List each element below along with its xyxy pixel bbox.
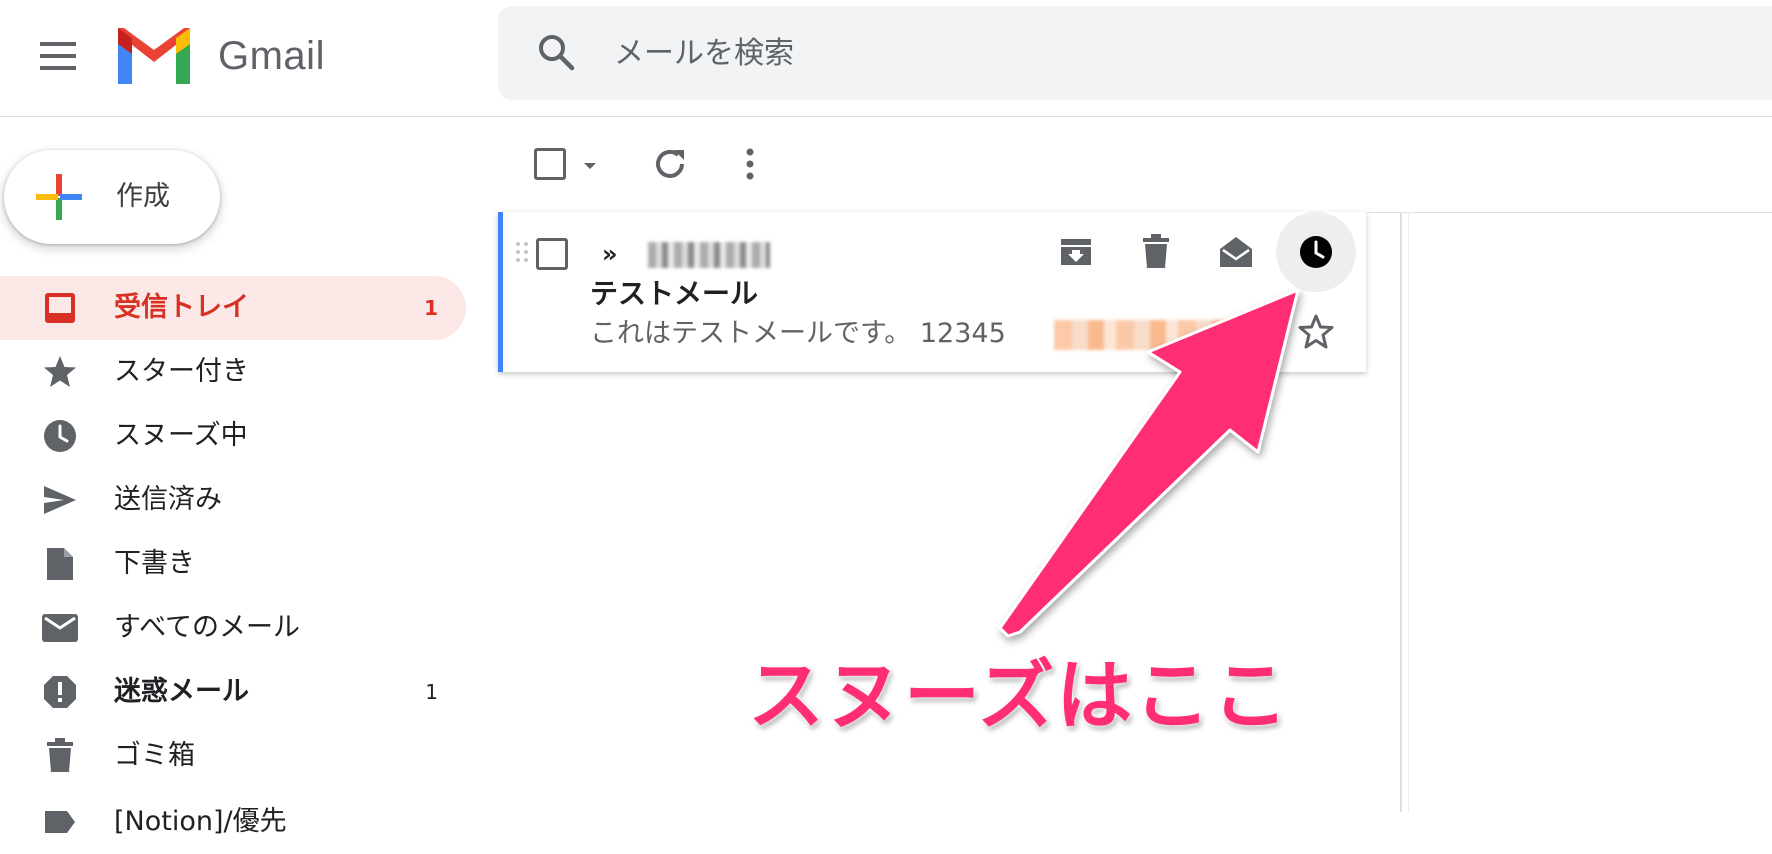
date-redacted [1054, 320, 1234, 350]
sidebar-item-starred[interactable]: スター付き [0, 340, 466, 404]
pane-divider[interactable] [1400, 212, 1402, 812]
sidebar-item-label: すべてのメール [114, 612, 301, 643]
sidebar-item-label: スター付き [114, 356, 249, 387]
sidebar-item-label: [Notion]/優先 [114, 806, 287, 837]
sidebar-item-label: 迷惑メール [114, 676, 249, 707]
email-checkbox[interactable] [536, 238, 568, 270]
archive-button[interactable] [1048, 224, 1104, 280]
sender-redacted [648, 242, 770, 268]
draft-icon [38, 542, 82, 586]
sidebar-item-label: ゴミ箱 [114, 740, 195, 771]
sidebar-item-trash[interactable]: ゴミ箱 [0, 724, 466, 788]
plus-icon [36, 174, 82, 220]
sidebar-item-label-notion[interactable]: [Notion]/優先 [0, 790, 466, 854]
snooze-button[interactable] [1276, 212, 1356, 292]
email-snippet: これはテストメールです。 12345 [590, 318, 1006, 349]
star-icon [38, 350, 82, 394]
refresh-icon[interactable] [648, 142, 692, 186]
annotation-label: スヌーズはここ [748, 651, 1291, 740]
pane-divider-inner [1408, 212, 1409, 812]
more-options-icon[interactable] [728, 142, 772, 186]
search-icon [539, 35, 575, 71]
open-envelope-icon [1220, 237, 1252, 267]
select-dropdown-icon[interactable] [578, 154, 602, 178]
sidebar-item-label: 送信済み [114, 484, 222, 515]
sidebar-item-label: 受信トレイ [114, 292, 249, 323]
compose-label: 作成 [116, 181, 170, 212]
clock-icon [1300, 236, 1332, 268]
delete-button[interactable] [1128, 224, 1184, 280]
star-toggle-icon[interactable] [1296, 312, 1336, 352]
main-menu-button[interactable] [30, 28, 86, 84]
spam-count: 1 [425, 680, 438, 704]
sidebar-item-label: スヌーズ中 [114, 420, 248, 451]
importance-marker[interactable]: » [602, 238, 618, 270]
select-all-checkbox[interactable] [534, 148, 566, 180]
mail-icon [38, 606, 82, 650]
spam-icon [38, 670, 82, 714]
sidebar-item-all-mail[interactable]: すべてのメール [0, 596, 466, 660]
search-input[interactable] [612, 28, 1516, 78]
sidebar-item-drafts[interactable]: 下書き [0, 532, 466, 596]
app-name: Gmail [218, 34, 325, 78]
mark-as-read-button[interactable] [1208, 224, 1264, 280]
unread-count: 1 [424, 296, 438, 320]
gmail-logo-icon[interactable] [114, 24, 194, 88]
trash-icon [38, 734, 82, 778]
sidebar-item-inbox[interactable]: 受信トレイ 1 [0, 276, 466, 340]
clock-icon [38, 414, 82, 458]
sidebar-item-spam[interactable]: 迷惑メール 1 [0, 660, 466, 724]
sidebar-item-snoozed[interactable]: スヌーズ中 [0, 404, 466, 468]
archive-icon [1061, 239, 1091, 265]
send-icon [38, 478, 82, 522]
pane-divider-horizontal [1366, 212, 1772, 213]
sidebar-item-sent[interactable]: 送信済み [0, 468, 466, 532]
label-icon [38, 800, 82, 844]
hamburger-menu-icon [40, 42, 76, 70]
search-button[interactable] [528, 24, 584, 80]
email-subject: テストメール [590, 277, 759, 310]
drag-handle-icon[interactable] [514, 240, 530, 270]
sidebar-item-label: 下書き [114, 548, 195, 579]
trash-icon [1143, 234, 1169, 268]
inbox-icon [38, 286, 82, 330]
